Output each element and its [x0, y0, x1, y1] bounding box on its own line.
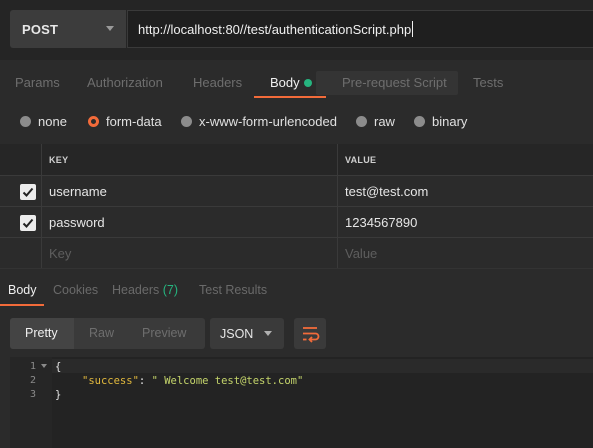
radio-form-data[interactable]: form-data — [88, 114, 162, 129]
mode-pretty-button[interactable]: Pretty — [25, 326, 58, 340]
value-cell[interactable]: 1234567890 — [338, 207, 593, 237]
line-number: 3 — [30, 389, 37, 400]
value-placeholder-input[interactable]: Value — [338, 238, 593, 268]
active-line-highlight — [52, 359, 593, 373]
radio-icon — [20, 116, 31, 127]
table-row-new: Key Value — [0, 238, 593, 269]
radio-label: x-www-form-urlencoded — [199, 114, 337, 129]
url-input[interactable]: http://localhost:80//test/authentication… — [127, 10, 593, 48]
url-text: http://localhost:80//test/authentication… — [138, 21, 412, 37]
tab-tests[interactable]: Tests — [473, 75, 503, 90]
request-tabs: Params Authorization Headers Body Pre-re… — [0, 62, 593, 100]
key-cell[interactable]: username — [42, 176, 338, 206]
radio-label: none — [38, 114, 67, 129]
table-row: username test@test.com — [0, 176, 593, 207]
tab-body[interactable]: Body — [270, 75, 300, 90]
checkmark-icon — [22, 187, 34, 197]
row-checkbox-cell — [0, 176, 42, 206]
code-line: } — [55, 389, 62, 401]
response-tabs: Body Cookies Headers (7) Test Results — [0, 268, 593, 306]
method-label: POST — [22, 21, 59, 37]
row-checkbox-cell — [0, 207, 42, 237]
view-mode-segmented: Pretty Raw Preview — [10, 318, 205, 349]
radio-icon — [181, 116, 192, 127]
radio-icon — [356, 116, 367, 127]
json-string: " Welcome test@test.com" — [151, 375, 304, 387]
method-select[interactable]: POST — [10, 10, 126, 48]
form-data-table: KEY VALUE username test@test.com passwor… — [0, 144, 593, 269]
json-colon: : — [138, 375, 152, 387]
chevron-down-icon — [106, 26, 114, 31]
header-key: KEY — [42, 144, 338, 175]
format-select[interactable]: JSON — [210, 318, 284, 349]
text-caret — [412, 21, 414, 37]
radio-label: binary — [432, 114, 468, 129]
key-cell[interactable]: password — [42, 207, 338, 237]
json-key: "success" — [82, 375, 139, 387]
body-type-selector: none form-data x-www-form-urlencoded raw… — [0, 104, 593, 138]
table-row: password 1234567890 — [0, 207, 593, 238]
active-response-tab-underline — [0, 304, 44, 306]
row-checkbox-cell — [0, 238, 42, 268]
row-checkbox[interactable] — [20, 184, 36, 200]
active-tab-underline — [254, 96, 326, 98]
mode-raw-button[interactable]: Raw — [89, 326, 114, 340]
response-body-editor[interactable]: 1 2 3 { "success": " Welcome test@test.c… — [10, 357, 593, 448]
row-checkbox[interactable] — [20, 215, 36, 231]
format-label: JSON — [220, 326, 254, 341]
radio-icon — [414, 116, 425, 127]
value-cell[interactable]: test@test.com — [338, 176, 593, 206]
wrap-lines-button[interactable] — [294, 318, 326, 349]
radio-none[interactable]: none — [20, 114, 67, 129]
radio-x-www-form-urlencoded[interactable]: x-www-form-urlencoded — [181, 114, 337, 129]
response-tab-body[interactable]: Body — [8, 283, 37, 297]
radio-label: form-data — [106, 114, 162, 129]
key-placeholder-input[interactable]: Key — [42, 238, 338, 268]
radio-raw[interactable]: raw — [356, 114, 395, 129]
radio-selected-icon — [88, 116, 99, 127]
response-tab-test-results[interactable]: Test Results — [199, 283, 267, 297]
tab-authorization[interactable]: Authorization — [87, 75, 163, 90]
wrap-icon — [303, 327, 320, 343]
fold-arrow-icon[interactable] — [41, 364, 47, 368]
line-number-gutter: 1 2 3 — [10, 357, 52, 448]
line-number: 1 — [30, 361, 37, 372]
line-number: 2 — [30, 375, 37, 386]
headers-label: Headers — [112, 283, 160, 297]
tab-headers[interactable]: Headers — [193, 75, 242, 90]
response-tab-cookies[interactable]: Cookies — [53, 283, 98, 297]
header-checkbox-cell — [0, 144, 42, 175]
code-line: "success": " Welcome test@test.com" — [82, 375, 303, 387]
tab-pre-request-script[interactable]: Pre-request Script — [342, 75, 447, 90]
chevron-down-icon — [264, 331, 272, 336]
tab-params[interactable]: Params — [15, 75, 60, 90]
radio-label: raw — [374, 114, 395, 129]
mode-preview-button[interactable]: Preview — [142, 326, 186, 340]
checkmark-icon — [22, 218, 34, 228]
header-value: VALUE — [345, 154, 377, 165]
headers-count-badge: (7) — [162, 283, 179, 297]
code-line: { — [55, 361, 62, 373]
response-tab-headers[interactable]: Headers (7) — [112, 283, 178, 297]
request-bar: POST http://localhost:80//test/authentic… — [0, 0, 593, 60]
table-header: KEY VALUE — [0, 144, 593, 176]
radio-binary[interactable]: binary — [414, 114, 467, 129]
body-indicator-dot — [304, 79, 312, 87]
